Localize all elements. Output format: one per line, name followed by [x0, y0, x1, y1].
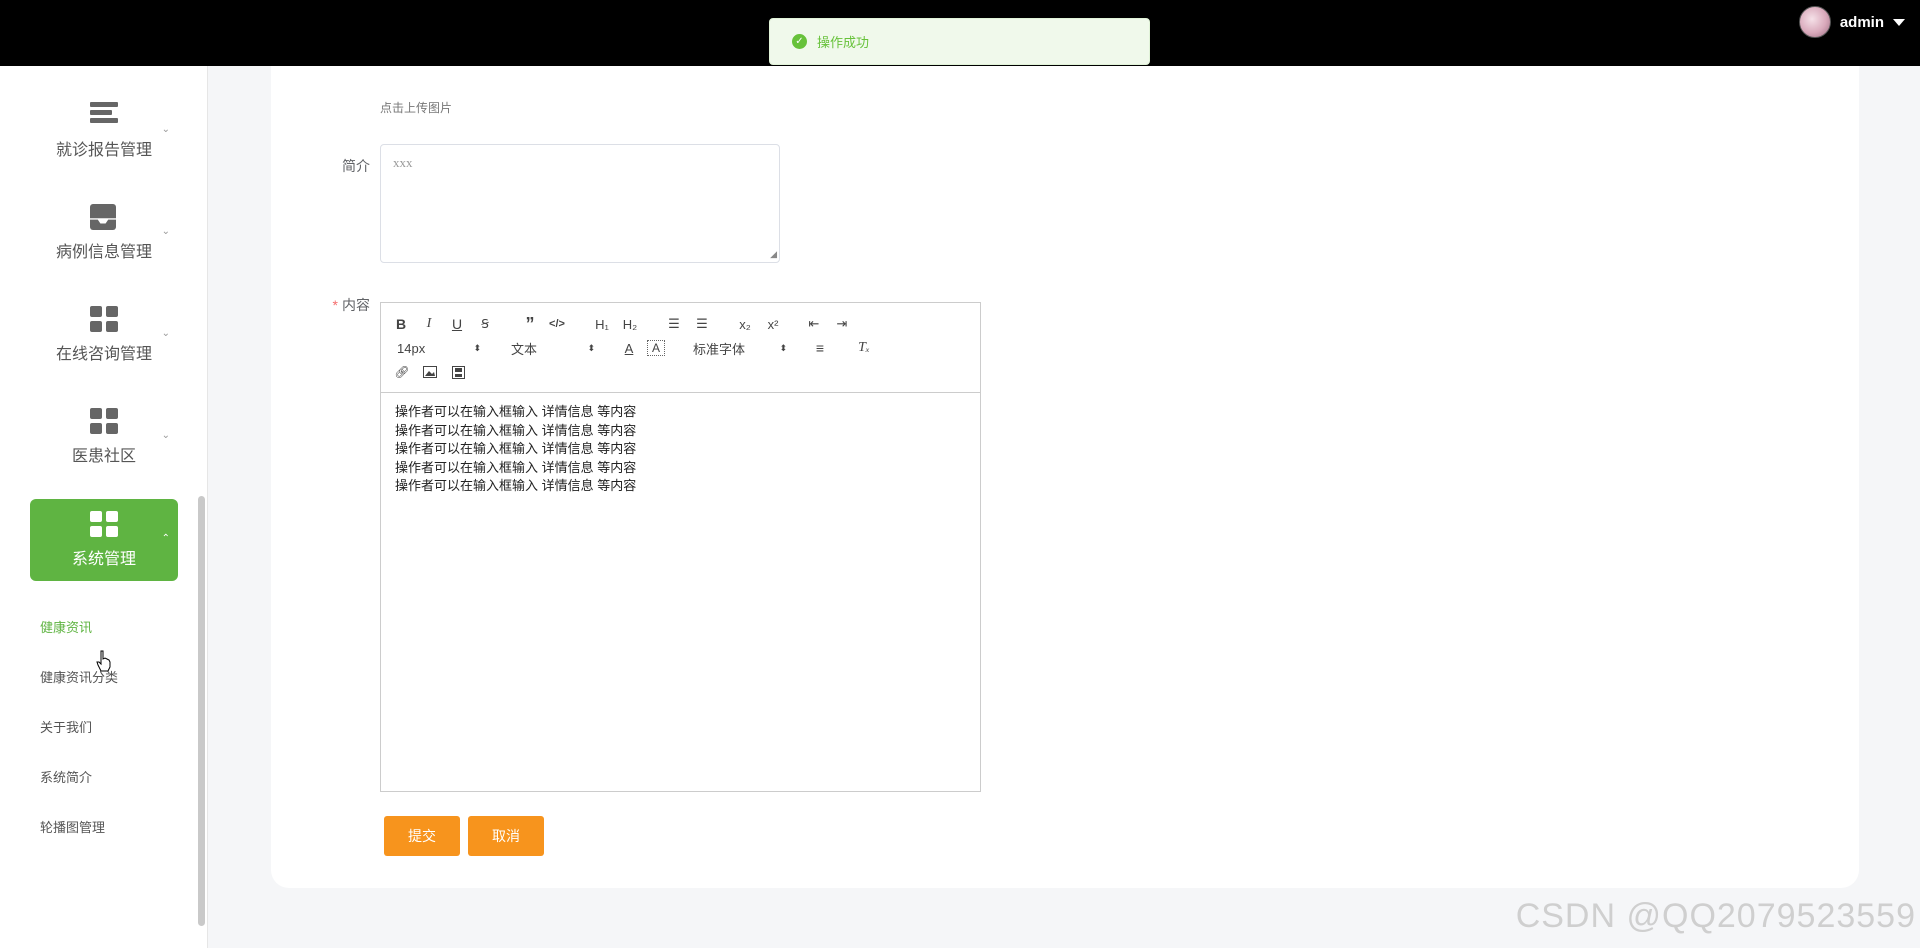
grid-icon [90, 408, 118, 434]
editor-line: 操作者可以在输入框输入 详情信息 等内容 [395, 441, 637, 456]
chevron-down-icon: ⌄ [161, 226, 170, 237]
background-color-icon[interactable]: A [647, 340, 665, 356]
check-circle-icon: ✓ [792, 34, 807, 49]
editor-toolbar: B I U Ꞩ ” </> H₁ H₂ ☰ ☰ x₂ x² ⇤ ⇥ 14px ⬍… [381, 303, 980, 393]
cancel-button[interactable]: 取消 [468, 816, 544, 856]
menu-label: 在线咨询管理 [55, 346, 152, 363]
outdent-icon[interactable]: ⇤ [805, 314, 823, 334]
chevron-down-icon: ⌄ [161, 430, 170, 441]
upload-hint[interactable]: 点击上传图片 [380, 99, 452, 116]
clear-format-icon[interactable]: Tₓ [855, 338, 873, 358]
list-icon [90, 102, 118, 128]
heading-select[interactable]: 文本 ⬍ [511, 338, 595, 358]
editor-line: 操作者可以在输入框输入 详情信息 等内容 [395, 422, 637, 438]
menu-label: 病例信息管理 [55, 244, 152, 261]
menu-case-info[interactable]: 病例信息管理 ⌄ [30, 192, 178, 274]
editor-line: 操作者可以在输入框输入 详情信息 等内容 [395, 459, 637, 475]
image-icon[interactable] [421, 362, 439, 382]
required-mark: * [332, 297, 338, 313]
chevron-down-icon: ⌄ [161, 124, 170, 135]
grid-icon [90, 306, 118, 332]
bullet-list-icon[interactable]: ☰ [693, 314, 711, 334]
editor-line: 操作者可以在输入框输入 详情信息 等内容 [395, 404, 637, 419]
intro-label: 简介 [342, 158, 370, 174]
grid-icon [90, 511, 118, 537]
superscript-icon[interactable]: x² [763, 314, 783, 334]
indent-icon[interactable]: ⇥ [833, 314, 851, 334]
chevron-down-icon: ⌄ [161, 328, 170, 339]
underline-icon[interactable]: U [449, 314, 465, 334]
sidebar: 就诊报告管理 ⌄ 病例信息管理 ⌄ 在线咨询管理 ⌄ 医患社区 ⌄ 系统管理 ⌃… [0, 66, 208, 948]
content-label: * 内容 [310, 295, 370, 315]
blockquote-icon[interactable]: ” [521, 314, 539, 334]
font-color-icon[interactable]: A [621, 338, 637, 358]
bold-icon[interactable]: B [393, 314, 409, 334]
resize-handle-icon[interactable]: ◢ [770, 249, 777, 260]
video-icon[interactable] [449, 362, 467, 382]
editor-content[interactable]: 操作者可以在输入框输入 详情信息 等内容 操作者可以在输入框输入 详情信息 等内… [381, 393, 980, 506]
select-arrows-icon: ⬍ [587, 342, 595, 353]
font-family-value: 标准字体 [693, 341, 746, 357]
submenu-system-intro[interactable]: 系统简介 [40, 767, 92, 786]
hand-cursor-icon [96, 650, 111, 672]
submenu-about-us[interactable]: 关于我们 [40, 717, 92, 736]
heading1-icon[interactable]: H₁ [591, 314, 613, 334]
content-label-text: 内容 [342, 297, 370, 313]
caret-down-icon [1893, 18, 1905, 26]
heading2-icon[interactable]: H₂ [619, 314, 641, 334]
link-icon[interactable]: 🔗︎ [393, 362, 411, 382]
menu-consult[interactable]: 在线咨询管理 ⌄ [30, 294, 178, 376]
user-menu[interactable]: admin [1798, 6, 1905, 38]
select-arrows-icon: ⬍ [779, 342, 787, 353]
editor-line: 操作者可以在输入框输入 详情信息 等内容 [395, 478, 637, 493]
heading-value: 文本 [511, 341, 538, 357]
inbox-icon [90, 204, 118, 230]
toast-message: 操作成功 [817, 35, 870, 50]
menu-system[interactable]: 系统管理 ⌃ [30, 499, 178, 581]
success-toast: ✓ 操作成功 [769, 18, 1150, 65]
menu-report[interactable]: 就诊报告管理 ⌄ [30, 90, 178, 172]
sidebar-scrollbar[interactable] [198, 496, 205, 926]
subscript-icon[interactable]: x₂ [735, 314, 755, 334]
ordered-list-icon[interactable]: ☰ [665, 314, 683, 334]
code-block-icon[interactable]: </> [547, 314, 567, 334]
menu-label: 系统管理 [71, 551, 136, 568]
italic-icon[interactable]: I [421, 314, 437, 334]
strikethrough-icon[interactable]: Ꞩ [477, 314, 493, 334]
submit-button[interactable]: 提交 [384, 816, 460, 856]
menu-label: 就诊报告管理 [55, 142, 152, 159]
submenu-health-news[interactable]: 健康资讯 [40, 617, 92, 636]
font-size-select[interactable]: 14px ⬍ [397, 338, 481, 358]
font-size-value: 14px [397, 340, 426, 356]
menu-label: 医患社区 [71, 448, 136, 465]
intro-value: xxx [393, 155, 413, 170]
rich-text-editor: B I U Ꞩ ” </> H₁ H₂ ☰ ☰ x₂ x² ⇤ ⇥ 14px ⬍… [380, 302, 981, 792]
align-icon[interactable]: ≡ [811, 338, 829, 358]
intro-textarea[interactable]: xxx ◢ [380, 144, 780, 263]
chevron-up-icon: ⌃ [161, 533, 170, 544]
username: admin [1839, 13, 1884, 31]
font-family-select[interactable]: 标准字体 ⬍ [693, 338, 787, 358]
submenu-carousel[interactable]: 轮播图管理 [40, 817, 105, 836]
select-arrows-icon: ⬍ [473, 342, 481, 353]
menu-community[interactable]: 医患社区 ⌄ [30, 396, 178, 478]
watermark: CSDN @QQ2079523559 [1515, 897, 1916, 935]
avatar [1798, 6, 1831, 38]
